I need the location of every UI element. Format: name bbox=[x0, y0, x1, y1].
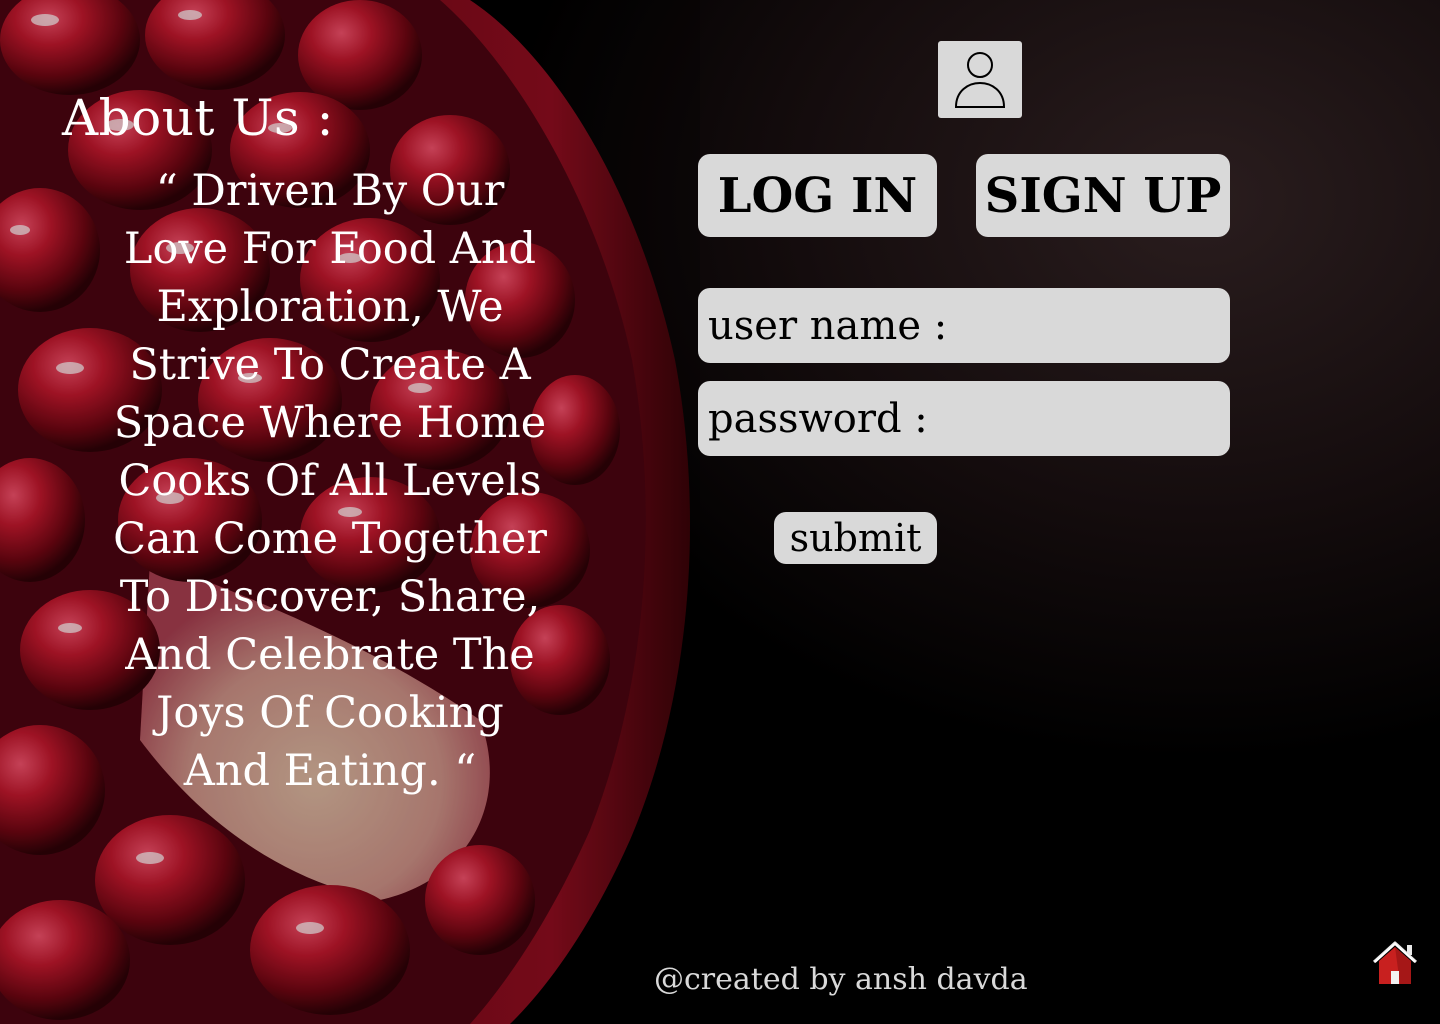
home-link[interactable] bbox=[1370, 938, 1420, 988]
credits-text: @created by ansh davda bbox=[654, 962, 1028, 997]
about-title: About Us : bbox=[62, 89, 334, 147]
home-icon bbox=[1372, 941, 1418, 984]
username-input[interactable] bbox=[955, 287, 1364, 364]
signup-tab-button[interactable]: SIGN UP bbox=[976, 154, 1230, 237]
user-icon bbox=[954, 51, 1006, 108]
submit-button[interactable]: submit bbox=[774, 512, 937, 564]
password-label: password : bbox=[708, 395, 928, 442]
login-page: About Us : “ Driven By Our Love For Food… bbox=[0, 0, 1440, 1024]
username-label: user name : bbox=[708, 302, 948, 349]
password-field[interactable]: password : bbox=[698, 380, 1344, 457]
avatar[interactable] bbox=[938, 41, 1022, 118]
password-input[interactable] bbox=[935, 380, 1344, 457]
username-field[interactable]: user name : bbox=[698, 287, 1364, 364]
login-tab-button[interactable]: LOG IN bbox=[698, 154, 937, 237]
about-quote: “ Driven By Our Love For Food And Explor… bbox=[113, 166, 547, 796]
